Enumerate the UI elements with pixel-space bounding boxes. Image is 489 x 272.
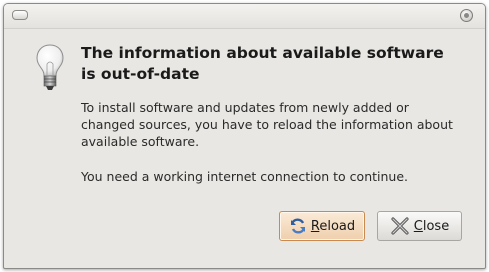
reload-button[interactable]: Reload bbox=[279, 211, 365, 241]
dialog-message-line1: To install software and updates from new… bbox=[81, 100, 409, 115]
close-button-mnemonic: C bbox=[413, 218, 423, 234]
reload-button-label: Reload bbox=[311, 219, 355, 234]
dialog-message: To install software and updates from new… bbox=[81, 99, 476, 150]
window-close-icon[interactable] bbox=[460, 9, 473, 22]
titlebar[interactable] bbox=[4, 4, 485, 29]
dialog-title-line2: is out-of-date bbox=[81, 65, 200, 83]
dialog-message-line2: changed sources, you have to reload the … bbox=[81, 117, 453, 132]
dialog-title-line1: The information about available software bbox=[81, 44, 444, 62]
dialog-message-line3: available software. bbox=[81, 134, 200, 149]
close-x-icon bbox=[391, 217, 409, 235]
dialog-title: The information about available software… bbox=[81, 43, 476, 85]
reload-icon bbox=[290, 218, 305, 234]
close-button-label-rest: lose bbox=[422, 218, 450, 234]
dialog-window: The information about available software… bbox=[3, 3, 486, 269]
window-menu-icon[interactable] bbox=[12, 10, 28, 20]
reload-button-label-rest: eload bbox=[319, 218, 356, 234]
lightbulb-icon bbox=[36, 44, 64, 90]
dialog-connection-note: You need a working internet connection t… bbox=[81, 169, 409, 184]
close-button-label: Close bbox=[414, 219, 449, 234]
close-button[interactable]: Close bbox=[377, 211, 462, 241]
